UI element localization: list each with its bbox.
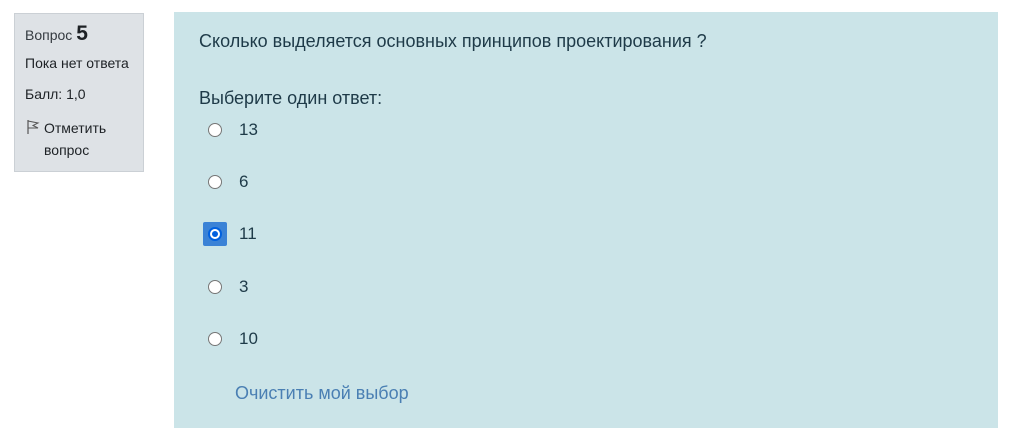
radio-wrapper-focused <box>203 222 227 246</box>
question-label: Вопрос <box>25 27 73 43</box>
question-number-line: Вопрос 5 <box>25 22 133 46</box>
answer-prompt: Выберите один ответ: <box>199 88 383 108</box>
question-number: 5 <box>76 22 88 45</box>
answer-radio[interactable] <box>208 123 222 137</box>
question-info-panel: Вопрос 5 Пока нет ответа Балл: 1,0 Отмет… <box>14 13 144 172</box>
answer-option-label: 13 <box>239 120 258 139</box>
radio-wrapper <box>203 170 227 194</box>
question-state: Пока нет ответа <box>25 55 129 71</box>
answer-radio-selected[interactable] <box>208 227 222 241</box>
answer-option[interactable]: 13 <box>208 118 258 142</box>
answer-option[interactable]: 6 <box>208 170 248 194</box>
answer-option-label: 6 <box>239 172 249 191</box>
answer-option-label: 11 <box>239 224 257 243</box>
answer-option-label: 3 <box>239 277 249 296</box>
answer-radio[interactable] <box>208 280 222 294</box>
answer-option[interactable]: 10 <box>208 327 258 351</box>
clear-choice-link[interactable]: Очистить мой выбор <box>235 383 409 404</box>
radio-wrapper <box>203 118 227 142</box>
question-text: Сколько выделяется основных принципов пр… <box>199 31 707 51</box>
answer-option[interactable]: 11 <box>203 222 257 246</box>
flag-question-label: Отметить вопрос <box>44 120 107 158</box>
question-content: Сколько выделяется основных принципов пр… <box>174 12 998 428</box>
answer-radio[interactable] <box>208 175 222 189</box>
answer-option-label: 10 <box>239 329 258 348</box>
radio-wrapper <box>203 275 227 299</box>
radio-wrapper <box>203 327 227 351</box>
question-grade: Балл: 1,0 <box>25 86 86 102</box>
answer-radio[interactable] <box>208 332 222 346</box>
flag-question-button[interactable]: Отметить вопрос <box>25 117 133 161</box>
answer-option[interactable]: 3 <box>208 275 248 299</box>
flag-icon <box>27 120 40 134</box>
